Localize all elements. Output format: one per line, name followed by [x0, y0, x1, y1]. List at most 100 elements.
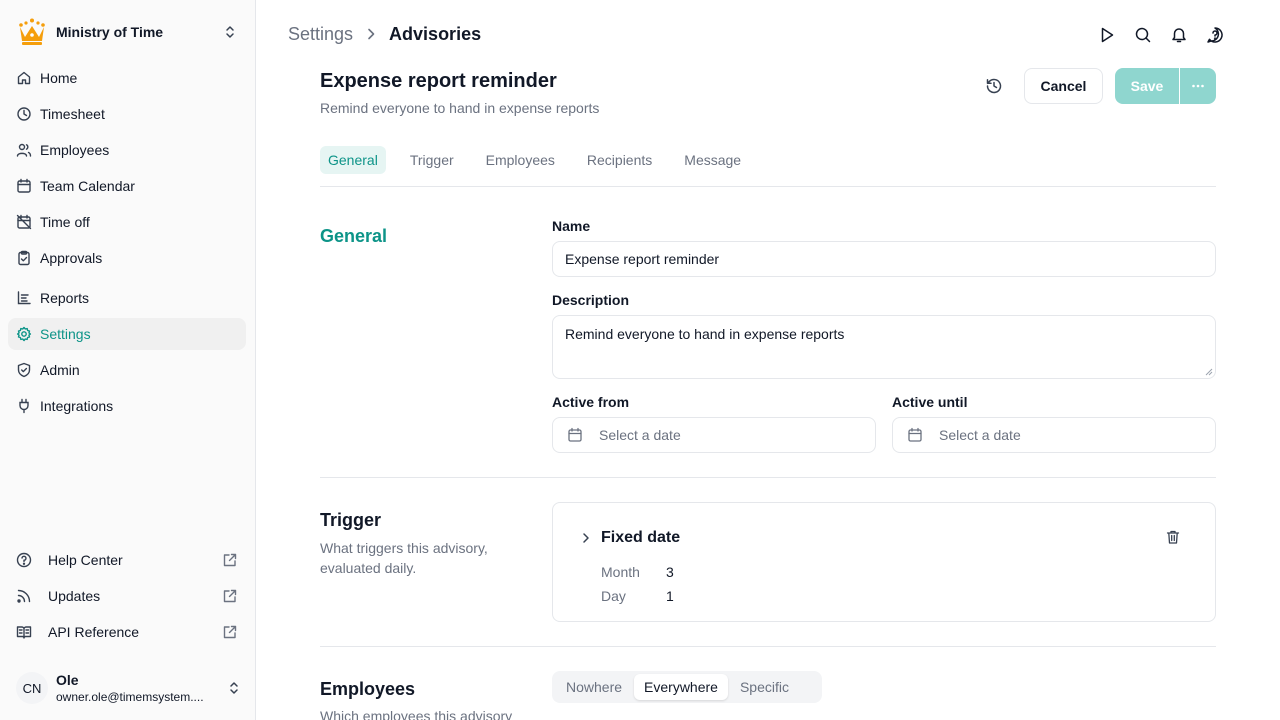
cancel-button[interactable]: Cancel: [1024, 68, 1103, 104]
description-textarea[interactable]: Remind everyone to hand in expense repor…: [552, 315, 1216, 379]
nav-label-home: Home: [40, 70, 78, 86]
active-from-label: Active from: [552, 394, 630, 410]
nav-item-employees[interactable]: Employees: [8, 134, 246, 166]
book-icon: [16, 624, 32, 640]
divider: [320, 477, 1216, 478]
active-until-date-picker[interactable]: Select a date: [892, 417, 1216, 453]
nav-label-integrations: Integrations: [40, 398, 114, 414]
help-chat-icon[interactable]: [1206, 26, 1224, 44]
scope-option-everywhere[interactable]: Everywhere: [634, 674, 728, 700]
employees-scope-selector: Nowhere Everywhere Specific: [552, 671, 822, 703]
footer-links: Help Center Updates API Reference: [8, 544, 246, 652]
calendar-icon: [567, 427, 583, 443]
month-value: 3: [666, 564, 674, 580]
play-icon[interactable]: [1098, 26, 1116, 44]
nav-item-home[interactable]: Home: [8, 62, 246, 94]
org-switcher[interactable]: Ministry of Time: [16, 16, 240, 48]
tab-general[interactable]: General: [320, 146, 386, 174]
breadcrumb: Settings Advisories: [288, 22, 481, 46]
day-label: Day: [601, 588, 626, 604]
gear-icon: [16, 326, 32, 342]
external-link-icon: [222, 588, 238, 604]
avatar: CN: [16, 672, 48, 704]
api-reference-link[interactable]: API Reference: [8, 616, 246, 648]
advisory-subtitle: Remind everyone to hand in expense repor…: [320, 100, 600, 116]
clock-icon: [16, 106, 32, 122]
updates-label: Updates: [48, 588, 101, 604]
nav-label-settings: Settings: [40, 326, 91, 342]
external-link-icon: [222, 552, 238, 568]
nav-label-team-calendar: Team Calendar: [40, 178, 135, 194]
nav-item-approvals[interactable]: Approvals: [8, 242, 246, 274]
trigger-section-description: What triggers this advisory, evaluated d…: [320, 540, 488, 576]
user-info: Ole owner.ole@timemsystem....: [56, 671, 226, 705]
nav-item-settings[interactable]: Settings: [8, 318, 246, 350]
tab-message[interactable]: Message: [676, 146, 749, 174]
tab-trigger[interactable]: Trigger: [402, 146, 462, 174]
users-icon: [16, 142, 32, 158]
page-title: Advisories: [389, 23, 482, 44]
section-tabs: General Trigger Employees Recipients Mes…: [320, 146, 765, 174]
resize-handle-icon[interactable]: [1205, 368, 1213, 376]
active-from-date-picker[interactable]: Select a date: [552, 417, 876, 453]
org-name: Ministry of Time: [56, 24, 164, 40]
updates-link[interactable]: Updates: [8, 580, 246, 612]
nav-label-admin: Admin: [40, 362, 80, 378]
user-email: owner.ole@timemsystem....: [56, 690, 204, 704]
name-input[interactable]: Expense report reminder: [552, 241, 1216, 277]
nav-item-integrations[interactable]: Integrations: [8, 390, 246, 422]
trigger-section-title: Trigger: [320, 510, 382, 530]
active-until-label: Active until: [892, 394, 968, 410]
advisory-title: Expense report reminder: [320, 70, 557, 92]
scope-option-nowhere[interactable]: Nowhere: [556, 674, 632, 700]
more-actions-button[interactable]: [1180, 68, 1216, 104]
nav-label-employees: Employees: [40, 142, 110, 158]
help-center-link[interactable]: Help Center: [8, 544, 246, 576]
more-horizontal-icon: [1190, 78, 1206, 94]
save-button[interactable]: Save: [1115, 68, 1179, 104]
divider: [320, 646, 1216, 647]
shield-check-icon: [16, 362, 32, 378]
chevrons-up-down-icon: [226, 680, 242, 696]
rss-icon: [16, 588, 32, 604]
home-icon: [16, 70, 32, 86]
history-icon[interactable]: [984, 76, 1004, 96]
calendar-icon: [16, 178, 32, 194]
plug-icon: [16, 398, 32, 414]
scope-option-specific[interactable]: Specific: [730, 674, 799, 700]
trash-icon[interactable]: [1165, 529, 1181, 545]
bell-icon[interactable]: [1170, 26, 1188, 44]
chevron-right-icon: [363, 26, 379, 42]
api-reference-label: API Reference: [48, 624, 140, 640]
day-value: 1: [666, 588, 674, 604]
active-until-placeholder: Select a date: [939, 427, 1021, 443]
external-link-icon: [222, 624, 238, 640]
general-section-title: General: [320, 226, 388, 246]
nav-item-timesheet[interactable]: Timesheet: [8, 98, 246, 130]
name-label: Name: [552, 218, 591, 234]
nav-label-reports: Reports: [40, 290, 90, 306]
reports-icon: [16, 290, 32, 306]
nav-label-approvals: Approvals: [40, 250, 103, 266]
description-value: Remind everyone to hand in expense repor…: [565, 326, 845, 342]
crown-logo-icon: [16, 16, 48, 48]
main-nav: Home Timesheet Employees Team Calendar T…: [8, 62, 246, 426]
top-actions: [1080, 26, 1224, 44]
description-label: Description: [552, 292, 630, 308]
search-icon[interactable]: [1134, 26, 1152, 44]
tab-employees[interactable]: Employees: [478, 146, 563, 174]
tab-recipients[interactable]: Recipients: [579, 146, 660, 174]
nav-item-team-calendar[interactable]: Team Calendar: [8, 170, 246, 202]
trigger-type[interactable]: Fixed date: [601, 529, 680, 547]
nav-label-time-off: Time off: [40, 214, 90, 230]
breadcrumb-settings[interactable]: Settings: [288, 24, 353, 45]
divider: [320, 186, 1216, 187]
chevron-right-icon[interactable]: [579, 531, 593, 545]
active-from-placeholder: Select a date: [599, 427, 681, 443]
nav-item-reports[interactable]: Reports: [8, 282, 246, 314]
nav-item-admin[interactable]: Admin: [8, 354, 246, 386]
chevrons-up-down-icon: [222, 24, 238, 40]
user-menu[interactable]: CN Ole owner.ole@timemsystem....: [16, 670, 244, 706]
nav-label-timesheet: Timesheet: [40, 106, 105, 122]
nav-item-time-off[interactable]: Time off: [8, 206, 246, 238]
